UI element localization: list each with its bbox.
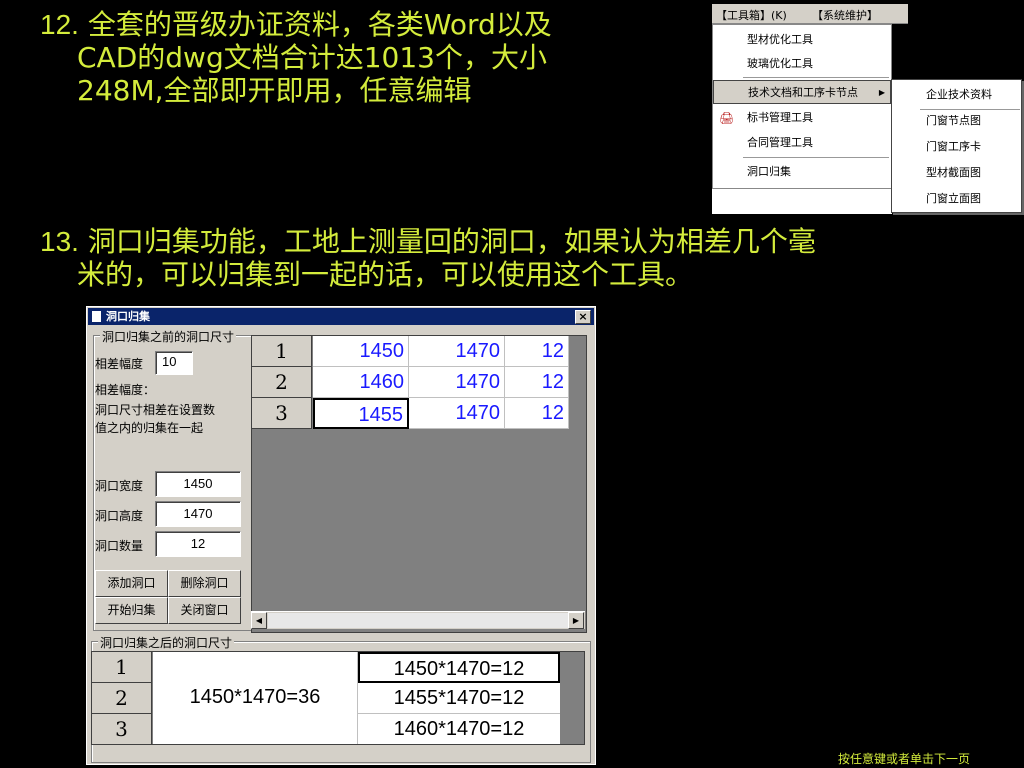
grid-cell-width[interactable]: 1460 — [313, 367, 409, 398]
point-13-number: 13. — [40, 226, 79, 257]
diff-label: 相差幅度 — [95, 357, 144, 371]
grid-cell-count[interactable]: 12 — [505, 336, 569, 367]
close-button[interactable]: × — [575, 310, 591, 324]
row-header: 1 — [252, 336, 312, 367]
menu-item-tech-docs[interactable]: 技术文档和工序卡节点 ▶ — [713, 80, 891, 104]
diff-input[interactable]: 10 — [155, 351, 193, 375]
point-13-line2: 米的，可以归集到一起的话，可以使用这个工具。 — [77, 258, 694, 291]
row-header: 3 — [252, 398, 312, 429]
count-label: 洞口数量 — [95, 539, 144, 553]
grid-cell-height[interactable]: 1470 — [409, 398, 505, 429]
point-12-number: 12. — [40, 9, 79, 40]
diff-note-2: 值之内的归集在一起 — [95, 421, 204, 435]
menu-separator — [743, 77, 889, 78]
grouped-detail-cell-selected[interactable]: 1450*1470=12 — [358, 652, 560, 683]
submenu-item-company-docs[interactable]: 企业技术资料 — [892, 82, 1021, 108]
row-header: 1 — [92, 652, 152, 683]
dialog-title: 洞口归集 — [106, 310, 150, 323]
height-label: 洞口高度 — [95, 509, 144, 523]
grid-cell-count[interactable]: 12 — [505, 398, 569, 429]
point-13-line1: 洞口归集功能，工地上测量回的洞口，如果认为相差几个毫 — [78, 225, 816, 258]
menu-toolbox[interactable]: 【工具箱】(K) — [716, 7, 787, 23]
add-opening-button[interactable]: 添加洞口 — [95, 570, 168, 597]
menu-screenshot: 【工具箱】(K) 【系统维护】 型材优化工具 玻璃优化工具 技术文档和工序卡节点… — [712, 4, 908, 214]
opening-group-dialog: 洞口归集 × 洞口归集之前的洞口尺寸 相差幅度 10 相差幅度： 洞口尺寸相差在… — [86, 306, 596, 765]
submenu-arrow-icon: ▶ — [878, 88, 885, 97]
submenu-item-elevation[interactable]: 门窗立面图 — [892, 186, 1021, 212]
grid-cell-width-selected[interactable]: 1455 — [313, 398, 409, 429]
grouped-detail-cell[interactable]: 1460*1470=12 — [358, 714, 560, 744]
grid-cell-height[interactable]: 1470 — [409, 367, 505, 398]
grid-cell-width[interactable]: 1450 — [313, 336, 409, 367]
diff-note-1: 洞口尺寸相差在设置数 — [95, 403, 216, 417]
tools-dropdown: 型材优化工具 玻璃优化工具 技术文档和工序卡节点 ▶ 🖨 标书管理工具 合同管理工… — [712, 24, 892, 189]
horizontal-scrollbar[interactable]: ◀ ▶ — [251, 611, 585, 629]
menu-item-glass-opt[interactable]: 玻璃优化工具 — [713, 52, 891, 76]
grid-cell-count[interactable]: 12 — [505, 367, 569, 398]
next-page-hint: 按任意键或者单击下一页 — [838, 752, 971, 766]
tech-docs-submenu: 企业技术资料 门窗节点图 门窗工序卡 型材截面图 门窗立面图 — [891, 79, 1022, 213]
scroll-left-icon[interactable]: ◀ — [251, 612, 267, 629]
group-after-legend: 洞口归集之后的洞口尺寸 — [98, 634, 235, 651]
grid-cell-height[interactable]: 1470 — [409, 336, 505, 367]
count-input[interactable]: 12 — [155, 531, 241, 557]
submenu-item-node-drawing[interactable]: 门窗节点图 — [892, 108, 1021, 134]
delete-opening-button[interactable]: 删除洞口 — [168, 570, 241, 597]
dialog-titlebar: 洞口归集 × — [88, 308, 594, 325]
diff-note-title: 相差幅度： — [95, 383, 156, 397]
openings-grid[interactable]: 1 1450 1470 12 2 1460 1470 12 3 1455 147… — [251, 335, 587, 633]
menu-item-bid[interactable]: 🖨 标书管理工具 — [713, 106, 891, 130]
point-12-line2: CAD的dwg文档合计达1013个，大小 — [77, 41, 547, 74]
menubar: 【工具箱】(K) 【系统维护】 — [712, 4, 908, 24]
width-input[interactable]: 1450 — [155, 471, 241, 497]
menu-item-opening-group[interactable]: 洞口归集 — [713, 160, 891, 184]
row-header: 2 — [252, 367, 312, 398]
menu-system[interactable]: 【系统维护】 — [812, 7, 878, 23]
point-13: 13. 洞口归集功能，工地上测量回的洞口，如果认为相差几个毫 米的，可以归集到一… — [40, 225, 1010, 291]
group-before-legend: 洞口归集之前的洞口尺寸 — [100, 328, 237, 345]
point-12-line3: 248M,全部即开即用，任意编辑 — [77, 74, 472, 107]
scroll-right-icon[interactable]: ▶ — [568, 612, 584, 629]
grouped-detail-cell[interactable]: 1455*1470=12 — [358, 683, 560, 714]
submenu-item-process-card[interactable]: 门窗工序卡 — [892, 134, 1021, 160]
row-header: 2 — [92, 683, 152, 714]
menu-item-contract[interactable]: 合同管理工具 — [713, 131, 891, 155]
height-input[interactable]: 1470 — [155, 501, 241, 527]
grouped-grid[interactable]: 1 2 3 1450*1470=36 1450*1470=12 1455*147… — [91, 651, 585, 745]
start-group-button[interactable]: 开始归集 — [95, 597, 168, 624]
grouped-total-cell[interactable]: 1450*1470=36 — [153, 652, 358, 744]
width-label: 洞口宽度 — [95, 479, 144, 493]
menu-separator — [743, 157, 889, 158]
menu-background — [895, 4, 1024, 79]
scroll-track[interactable] — [268, 613, 568, 628]
printer-icon: 🖨 — [719, 111, 735, 125]
row-header: 3 — [92, 714, 152, 744]
close-window-button[interactable]: 关闭窗口 — [168, 597, 241, 624]
point-12: 12. 全套的晋级办证资料，各类Word以及 CAD的dwg文档合计达1013个… — [40, 8, 680, 107]
submenu-item-section[interactable]: 型材截面图 — [892, 160, 1021, 186]
menu-item-profile-opt[interactable]: 型材优化工具 — [713, 28, 891, 52]
window-icon — [92, 311, 101, 322]
point-12-line1: 全套的晋级办证资料，各类Word以及 — [78, 8, 552, 41]
